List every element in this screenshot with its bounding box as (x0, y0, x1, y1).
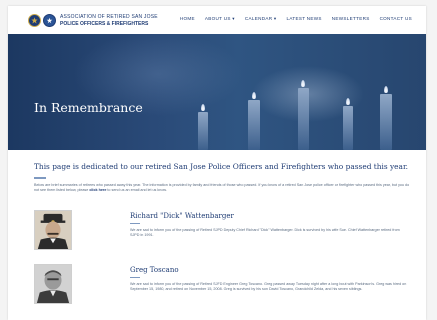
dedication-heading: This page is dedicated to our retired Sa… (34, 162, 409, 171)
member-photo (34, 264, 72, 304)
intro-paragraph: Below are brief summaries of retirees wh… (34, 183, 412, 193)
candle-decoration (380, 94, 392, 150)
nav-about-us[interactable]: ABOUT US ▾ (205, 16, 235, 22)
candle-flame (301, 80, 305, 87)
fire-badge-icon (43, 13, 56, 27)
candle-decoration (198, 112, 208, 150)
nav-newsletters[interactable]: NEWSLETTERS (332, 16, 370, 22)
candle-flame (201, 104, 205, 111)
member-photo (34, 210, 72, 250)
site-header: ASSOCIATION OF RETIRED SAN JOSE POLICE O… (8, 6, 426, 34)
nav-home[interactable]: HOME (180, 16, 195, 22)
nav-contact-us[interactable]: CONTACT US (380, 16, 412, 22)
main-nav: HOME ABOUT US ▾ CALENDAR ▾ LATEST NEWS N… (180, 16, 412, 22)
candle-flame (384, 86, 388, 93)
site-logo[interactable]: ASSOCIATION OF RETIRED SAN JOSE POLICE O… (28, 11, 158, 29)
intro-tail: to send us an email and let us know. (107, 188, 167, 192)
candle-decoration (248, 100, 260, 150)
candle-flame (252, 92, 256, 99)
heading-accent-bar (34, 177, 46, 179)
logo-text: ASSOCIATION OF RETIRED SAN JOSE POLICE O… (60, 14, 158, 27)
logo-line-1: ASSOCIATION OF RETIRED SAN JOSE (60, 13, 158, 20)
page: ASSOCIATION OF RETIRED SAN JOSE POLICE O… (8, 6, 426, 320)
member-summary: We are sad to inform you of the passing … (130, 282, 407, 291)
candle-decoration (298, 88, 309, 150)
candle-decoration (343, 106, 353, 150)
police-badge-icon (28, 13, 41, 27)
nav-calendar[interactable]: CALENDAR ▾ (245, 16, 277, 22)
member-name: Greg Toscano (130, 266, 179, 274)
nav-latest-news[interactable]: LATEST NEWS (287, 16, 322, 22)
page-title: In Remembrance (34, 100, 143, 115)
hero-banner: In Remembrance (8, 34, 426, 150)
member-summary: We are sad to inform you of the passing … (130, 228, 400, 237)
logo-line-2: POLICE OFFICERS & FIREFIGHTERS (60, 20, 149, 27)
click-here-link[interactable]: click here (89, 188, 106, 192)
member-accent-bar (130, 277, 140, 279)
member-accent-bar (130, 223, 140, 225)
candle-flame (346, 98, 350, 105)
member-name: Richard "Dick" Wattenbarger (130, 212, 234, 220)
